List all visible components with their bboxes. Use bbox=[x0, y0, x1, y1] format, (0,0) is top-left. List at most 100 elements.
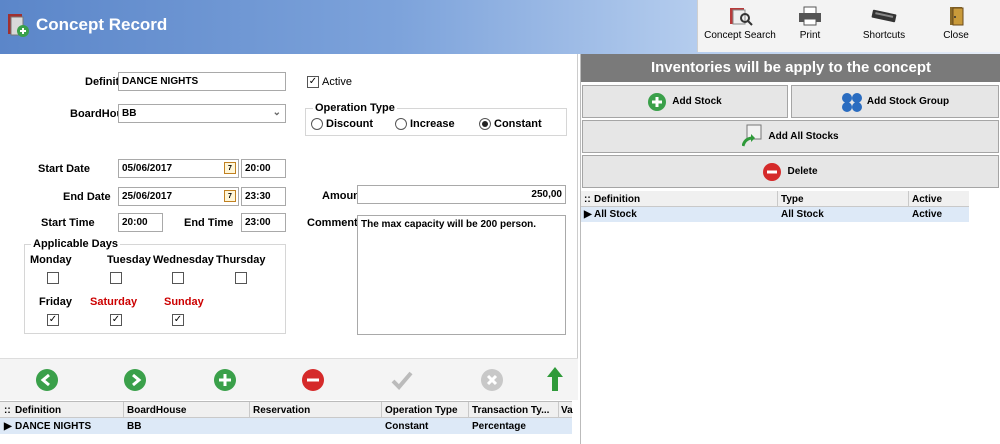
applicable-days-legend: Applicable Days bbox=[31, 238, 120, 250]
column-header[interactable]: Definition bbox=[15, 405, 61, 416]
delete-button[interactable]: Delete bbox=[582, 155, 999, 188]
print-label: Print bbox=[799, 30, 821, 41]
boardhouse-value: BB bbox=[122, 108, 137, 119]
add-icon[interactable] bbox=[214, 369, 236, 391]
grid-cell: Percentage bbox=[472, 421, 526, 432]
delete-label: Delete bbox=[787, 166, 818, 177]
day-checkbox-sunday[interactable]: ✓ bbox=[172, 314, 184, 326]
up-arrow-icon[interactable] bbox=[545, 365, 565, 393]
day-label-sunday: Sunday bbox=[164, 296, 204, 308]
start-date-value: 05/06/2017 bbox=[122, 163, 173, 174]
shortcuts-label: Shortcuts bbox=[862, 30, 906, 41]
grid-handle-icon: :: bbox=[4, 405, 11, 416]
table-row[interactable]: ▶ DANCE NIGHTS BB Constant Percentage bbox=[0, 418, 572, 434]
remove-icon[interactable] bbox=[302, 369, 324, 391]
day-checkbox-wednesday[interactable] bbox=[172, 272, 184, 284]
add-stock-group-label: Add Stock Group bbox=[866, 96, 950, 107]
definition-label: Definiti bbox=[85, 76, 123, 88]
column-header[interactable]: Va bbox=[561, 405, 573, 416]
column-header[interactable]: BoardHouse bbox=[127, 405, 186, 416]
amount-label: Amoun bbox=[322, 190, 360, 202]
grid-cell: Active bbox=[912, 209, 943, 220]
discount-label: Discount bbox=[326, 118, 374, 130]
chevron-down-icon: ⌄ bbox=[272, 107, 281, 118]
inventory-header: Inventories will be apply to the concept bbox=[581, 54, 1000, 82]
comment-textarea[interactable]: The max capacity will be 200 person. bbox=[357, 215, 566, 335]
day-checkbox-tuesday[interactable] bbox=[110, 272, 122, 284]
grid-cell: All Stock bbox=[781, 209, 824, 220]
day-checkbox-monday[interactable] bbox=[47, 272, 59, 284]
grid-cell: BB bbox=[127, 421, 142, 432]
day-checkbox-friday[interactable]: ✓ bbox=[47, 314, 59, 326]
start-date-time-field[interactable]: 20:00 bbox=[241, 159, 286, 178]
concept-search-button[interactable]: Concept Search bbox=[702, 0, 778, 52]
concept-grid: :: Definition BoardHouse Reservation Ope… bbox=[0, 401, 573, 444]
save-check-icon[interactable] bbox=[390, 369, 414, 391]
column-header[interactable]: Transaction Ty... bbox=[472, 405, 549, 416]
operation-type-legend: Operation Type bbox=[313, 102, 397, 114]
print-button[interactable]: Print bbox=[784, 0, 836, 52]
active-checkbox[interactable]: ✓ bbox=[307, 76, 319, 88]
start-time-label: Start Time bbox=[41, 217, 95, 229]
stock-group-icon bbox=[841, 92, 863, 112]
constant-label: Constant bbox=[494, 118, 542, 130]
toolbar: Concept Search Print Shortcuts Close bbox=[697, 0, 1000, 52]
column-header[interactable]: Type bbox=[781, 194, 804, 205]
inventory-panel: Inventories will be apply to the concept… bbox=[580, 54, 1000, 444]
column-header[interactable]: Operation Type bbox=[385, 405, 458, 416]
calendar-icon[interactable]: 7 bbox=[224, 162, 236, 174]
add-all-stocks-icon bbox=[741, 124, 764, 150]
concept-search-label: Concept Search bbox=[704, 30, 776, 41]
column-header[interactable]: Definition bbox=[594, 194, 640, 205]
grid-cell: Constant bbox=[385, 421, 429, 432]
constant-radio[interactable] bbox=[479, 118, 491, 130]
day-checkbox-saturday[interactable]: ✓ bbox=[110, 314, 122, 326]
day-label-wednesday: Wednesday bbox=[153, 254, 214, 266]
remove-icon bbox=[763, 162, 782, 181]
column-header[interactable]: Reservation bbox=[253, 405, 310, 416]
window-title: Concept Record bbox=[36, 15, 168, 34]
row-indicator-icon: ▶ bbox=[4, 421, 12, 432]
end-date-label: End Date bbox=[63, 191, 111, 203]
definition-field[interactable]: DANCE NIGHTS bbox=[118, 72, 286, 91]
add-stock-group-button[interactable]: Add Stock Group bbox=[791, 85, 999, 118]
add-all-stocks-label: Add All Stocks bbox=[768, 131, 839, 142]
back-icon[interactable] bbox=[36, 369, 58, 391]
discount-radio[interactable] bbox=[311, 118, 323, 130]
concept-search-icon bbox=[727, 6, 753, 26]
increase-radio[interactable] bbox=[395, 118, 407, 130]
cancel-icon[interactable] bbox=[481, 369, 503, 391]
day-checkbox-thursday[interactable] bbox=[235, 272, 247, 284]
end-date-time-field[interactable]: 23:30 bbox=[241, 187, 286, 206]
shortcuts-icon bbox=[871, 6, 897, 26]
shortcuts-button[interactable]: Shortcuts bbox=[858, 0, 910, 52]
start-date-label: Start Date bbox=[38, 163, 90, 175]
boardhouse-select[interactable]: BB ⌄ bbox=[118, 104, 286, 123]
navigation-bar bbox=[0, 358, 578, 400]
calendar-icon[interactable]: 7 bbox=[224, 190, 236, 202]
boardhouse-label: BoardHou bbox=[70, 108, 124, 120]
close-label: Close bbox=[943, 30, 969, 41]
start-date-field[interactable]: 05/06/2017 7 bbox=[118, 159, 239, 178]
day-label-thursday: Thursday bbox=[216, 254, 266, 266]
add-stock-button[interactable]: Add Stock bbox=[582, 85, 788, 118]
grid-cell: DANCE NIGHTS bbox=[15, 421, 92, 432]
day-label-saturday: Saturday bbox=[90, 296, 138, 308]
column-header[interactable]: Active bbox=[912, 194, 942, 205]
close-button[interactable]: Close bbox=[930, 0, 982, 52]
forward-icon[interactable] bbox=[124, 369, 146, 391]
add-all-stocks-button[interactable]: Add All Stocks bbox=[582, 120, 999, 153]
amount-field[interactable]: 250,00 bbox=[357, 185, 566, 204]
printer-icon bbox=[797, 6, 823, 26]
end-date-value: 25/06/2017 bbox=[122, 191, 173, 202]
end-time-field[interactable]: 23:00 bbox=[241, 213, 286, 232]
app-logo-icon bbox=[6, 12, 30, 38]
start-time-field[interactable]: 20:00 bbox=[118, 213, 163, 232]
grid-handle-icon: :: bbox=[584, 194, 591, 205]
end-time-label: End Time bbox=[184, 217, 234, 229]
table-row[interactable]: ▶ All Stock All Stock Active bbox=[581, 207, 969, 222]
grid-cell: All Stock bbox=[594, 209, 637, 220]
inventory-grid-header: :: Definition Type Active bbox=[581, 191, 969, 207]
active-label: Active bbox=[322, 76, 352, 88]
end-date-field[interactable]: 25/06/2017 7 bbox=[118, 187, 239, 206]
